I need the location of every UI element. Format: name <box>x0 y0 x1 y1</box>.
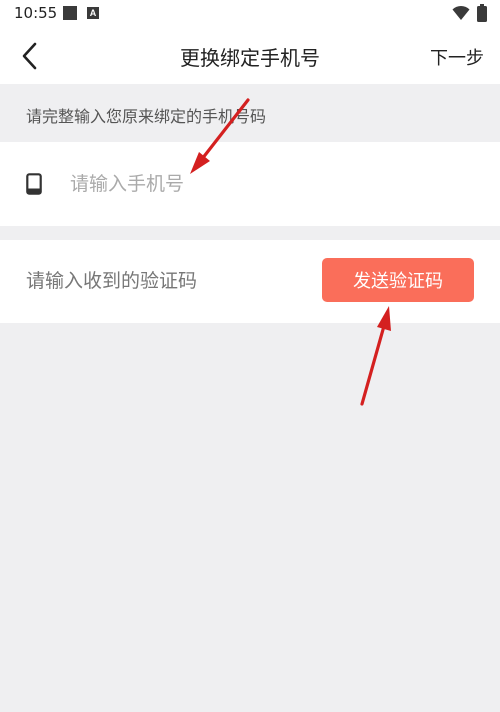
status-time: 10:55 <box>14 4 58 22</box>
square-notification-icon <box>63 6 77 20</box>
a-notification-icon: A <box>87 7 99 19</box>
hint-text: 请完整输入您原来绑定的手机号码 <box>26 107 267 126</box>
hint-bar: 请完整输入您原来绑定的手机号码 <box>0 84 500 142</box>
phone-input[interactable] <box>70 168 450 200</box>
page-title: 更换绑定手机号 <box>180 46 320 70</box>
verification-code-input[interactable] <box>26 265 306 297</box>
next-step-button[interactable]: 下一步 <box>430 44 484 70</box>
status-bar: 10:55 A <box>0 0 500 28</box>
wifi-icon <box>452 5 470 20</box>
phone-icon <box>26 173 42 195</box>
header: 更换绑定手机号 下一步 <box>0 28 500 84</box>
verification-code-row: 发送验证码 <box>0 240 500 323</box>
battery-icon <box>477 4 487 22</box>
send-code-button[interactable]: 发送验证码 <box>322 258 474 302</box>
phone-row <box>0 142 500 226</box>
